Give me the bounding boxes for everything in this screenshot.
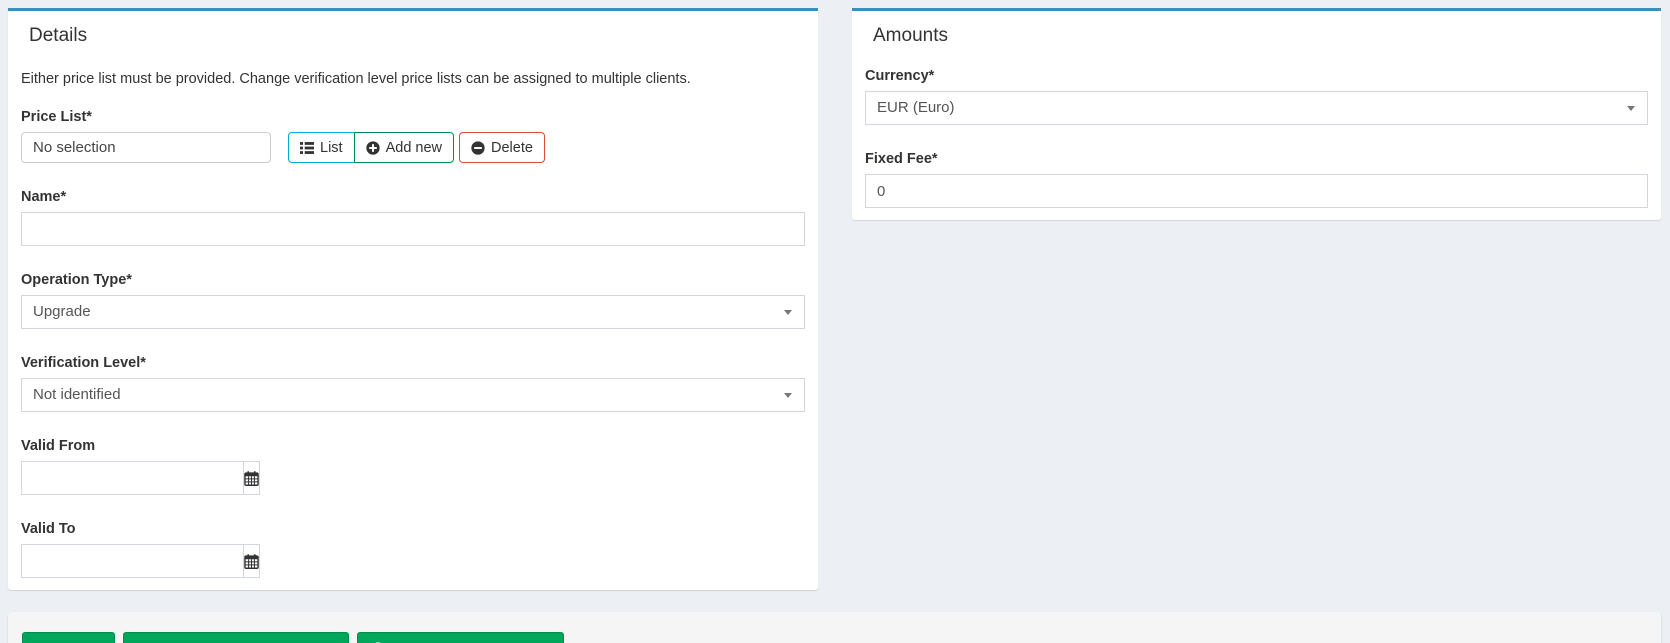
amounts-panel-title: Amounts xyxy=(873,25,1648,47)
currency-group: Currency* EUR (Euro) xyxy=(865,68,1648,125)
operation-type-select[interactable]: Upgrade xyxy=(21,295,805,329)
calendar-icon xyxy=(244,554,259,569)
currency-label: Currency* xyxy=(865,68,1648,84)
currency-select[interactable]: EUR (Euro) xyxy=(865,91,1648,125)
page: Details Either price list must be provid… xyxy=(0,0,1670,643)
price-list-delete-button[interactable]: Delete xyxy=(459,132,545,163)
operation-type-label: Operation Type* xyxy=(21,272,805,288)
verification-level-label: Verification Level* xyxy=(21,355,805,371)
name-input[interactable] xyxy=(21,212,805,246)
details-panel-title: Details xyxy=(29,25,805,47)
create-and-add-another-button[interactable]: Create and add another xyxy=(357,632,564,643)
details-help-text: Either price list must be provided. Chan… xyxy=(21,71,805,87)
name-group: Name* xyxy=(21,189,805,246)
details-panel: Details Either price list must be provid… xyxy=(8,8,818,590)
currency-selected-value: EUR (Euro) xyxy=(877,99,955,116)
create-and-return-button[interactable]: Create and return to list xyxy=(123,632,349,643)
valid-from-input[interactable] xyxy=(21,461,244,495)
create-button[interactable]: Create xyxy=(22,632,115,643)
valid-from-date-group xyxy=(21,461,245,495)
price-list-list-button-label: List xyxy=(320,140,343,156)
price-list-list-button[interactable]: List xyxy=(288,132,355,163)
price-list-add-new-button[interactable]: Add new xyxy=(354,132,454,163)
list-icon xyxy=(300,141,314,155)
fixed-fee-input[interactable] xyxy=(865,174,1648,208)
price-list-label: Price List* xyxy=(21,109,805,125)
amounts-panel: Amounts Currency* EUR (Euro) Fixed Fee* xyxy=(852,8,1661,220)
price-list-delete-button-label: Delete xyxy=(491,140,533,156)
price-list-input[interactable] xyxy=(21,132,271,163)
verification-level-select[interactable]: Not identified xyxy=(21,378,805,412)
form-columns: Details Either price list must be provid… xyxy=(8,8,1661,590)
chevron-down-icon xyxy=(784,310,792,315)
chevron-down-icon xyxy=(1627,106,1635,111)
price-list-add-new-button-label: Add new xyxy=(386,140,442,156)
valid-from-label: Valid From xyxy=(21,438,805,454)
verification-level-selected-value: Not identified xyxy=(33,386,121,403)
valid-from-group: Valid From xyxy=(21,438,805,495)
name-label: Name* xyxy=(21,189,805,205)
price-list-group: Price List* List xyxy=(21,109,805,163)
valid-to-date-group xyxy=(21,544,245,578)
operation-type-group: Operation Type* Upgrade xyxy=(21,272,805,329)
price-list-action-buttons: List Add new xyxy=(288,132,545,163)
verification-level-group: Verification Level* Not identified xyxy=(21,355,805,412)
valid-to-calendar-button[interactable] xyxy=(243,544,260,578)
operation-type-selected-value: Upgrade xyxy=(33,303,91,320)
valid-to-input[interactable] xyxy=(21,544,244,578)
fixed-fee-label: Fixed Fee* xyxy=(865,151,1648,167)
valid-to-label: Valid To xyxy=(21,521,805,537)
form-actions-bar: Create Create and return to list xyxy=(8,612,1661,643)
minus-circle-icon xyxy=(471,141,485,155)
chevron-down-icon xyxy=(784,393,792,398)
valid-from-calendar-button[interactable] xyxy=(243,461,260,495)
calendar-icon xyxy=(244,471,259,486)
plus-circle-icon xyxy=(366,141,380,155)
fixed-fee-group: Fixed Fee* xyxy=(865,151,1648,208)
price-list-row: List Add new xyxy=(21,132,805,163)
valid-to-group: Valid To xyxy=(21,521,805,578)
